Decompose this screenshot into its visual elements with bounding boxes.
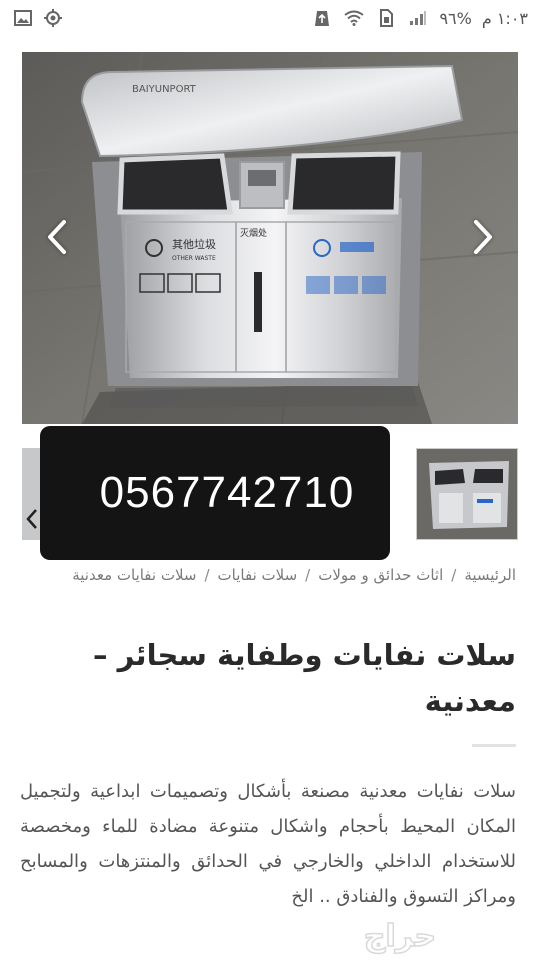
breadcrumb-home[interactable]: الرئيسية [464,566,516,584]
gallery-prev-button[interactable] [44,212,70,262]
recycle-icon [311,7,333,29]
chevron-left-icon [48,220,66,254]
product-description: سلات نفايات معدنية مصنعة بأشكال وتصميمات… [20,781,516,907]
phone-number[interactable]: 0567742710 [76,468,355,518]
breadcrumb-separator: / [305,566,311,584]
ashtray-label: 灭烟处 [240,227,267,239]
thumbnail-product[interactable] [416,448,518,540]
sim-icon [375,7,397,29]
status-time: ١:٠٣ م [481,8,528,28]
battery-percent: %٩٦ [439,8,472,28]
thumb-chevron-left-icon [26,509,37,529]
status-right: ١:٠٣ م %٩٦ [311,7,528,29]
status-bar: ١:٠٣ م %٩٦ [0,0,540,36]
phone-number-overlay: 0567742710 [40,426,390,560]
location-target-icon [42,7,64,29]
bin-english-label: OTHER WASTE [172,255,216,262]
breadcrumb-metal-bins[interactable]: سلات نفايات معدنية [72,566,196,584]
product-main-image[interactable]: BAIYUNPORT 其他垃圾 OTHER WASTE 灭烟处 [22,52,518,424]
breadcrumb-separator: / [204,566,210,584]
wifi-icon [343,7,365,29]
watermark-text: حراج [364,919,436,954]
image-icon [12,7,34,29]
lid-logo: BAIYUNPORT [132,84,197,95]
chevron-right-icon [474,220,492,254]
breadcrumb-separator: / [451,566,457,584]
breadcrumb: الرئيسية / اثاث حدائق و مولات / سلات نفايات /… [20,560,516,590]
status-left [12,7,64,29]
bin-chinese-label: 其他垃圾 [172,237,216,251]
thumbnail-partial[interactable] [22,448,42,540]
product-title: سلات نفايات وطفاية سجائر – معدنية [93,638,516,718]
breadcrumb-garden-furniture[interactable]: اثاث حدائق و مولات [318,566,443,584]
haraj-watermark: حراج [300,916,500,956]
breadcrumb-waste-bins[interactable]: سلات نفايات [218,566,298,584]
gallery-next-button[interactable] [470,212,496,262]
title-divider [472,744,516,747]
signal-icon [407,7,429,29]
